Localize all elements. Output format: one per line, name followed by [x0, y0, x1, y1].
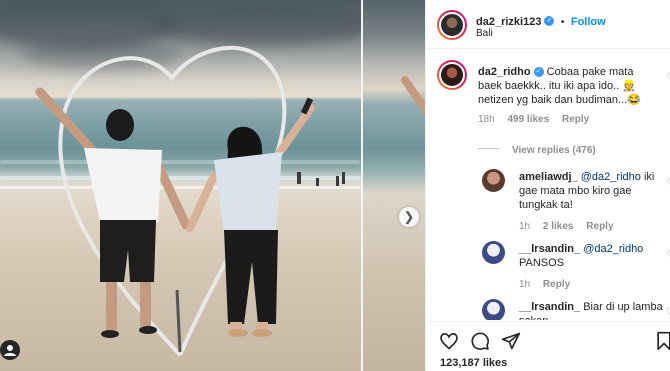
likes-count[interactable]: 123,187 likes: [440, 357, 507, 369]
reply-username[interactable]: __lrsandin_: [519, 243, 580, 255]
reply-button[interactable]: Reply: [562, 114, 589, 125]
user-tag-icon[interactable]: [0, 340, 20, 360]
comment-like-icon[interactable]: ♡: [666, 72, 670, 83]
reply-meta: 1h 2 likes Reply: [519, 221, 614, 232]
verified-badge-icon: ✓: [544, 15, 555, 26]
reply-button[interactable]: Reply: [543, 279, 570, 290]
author-avatar[interactable]: [437, 10, 467, 40]
follow-button[interactable]: Follow: [571, 16, 606, 28]
next-photo-preview: [361, 0, 425, 371]
verified-badge-icon: ✓: [533, 67, 544, 78]
beach-scene: [35, 45, 345, 357]
post-actions: 123,187 likes: [426, 321, 670, 371]
post-sidebar: da2_rizki123 ✓ • Follow Bali da2_ridho ✓ C…: [425, 0, 670, 371]
reply-button[interactable]: Reply: [586, 221, 613, 232]
next-photo-figure: [401, 76, 425, 116]
reply-likes[interactable]: 2 likes: [543, 221, 574, 232]
reply-avatar[interactable]: [482, 299, 505, 320]
reply-mention[interactable]: @da2_ridho: [581, 171, 641, 183]
reply-time[interactable]: 1h: [519, 279, 530, 290]
reply-username[interactable]: ameliawdj_: [519, 171, 578, 183]
post-photo[interactable]: ❯: [0, 0, 425, 371]
comment-icon[interactable]: [470, 331, 490, 351]
post-location[interactable]: Bali: [476, 28, 493, 39]
reply-like-icon[interactable]: ♡: [666, 249, 670, 260]
view-replies[interactable]: View replies (476): [478, 140, 596, 158]
woman-figure: [186, 97, 315, 337]
reply-mention[interactable]: @da2_ridho: [583, 243, 643, 255]
reply-time[interactable]: 1h: [519, 221, 530, 232]
reply-body: __lrsandin_ @da2_ridho PANSOS: [519, 242, 664, 270]
chevron-right-icon[interactable]: ❯: [399, 207, 419, 227]
comment-body: da2_ridho ✓ Cobaa pake mata baek baekkk..…: [478, 65, 658, 107]
separator-dot: •: [560, 17, 565, 28]
post-header: da2_rizki123 ✓ • Follow Bali: [426, 0, 670, 49]
divider: [478, 148, 500, 150]
comment-likes[interactable]: 499 likes: [507, 114, 549, 125]
share-icon[interactable]: [501, 331, 521, 351]
reply-avatar[interactable]: [482, 241, 505, 264]
reply-like-icon[interactable]: ♡: [666, 177, 670, 188]
view-replies-label: View replies (476): [512, 145, 596, 156]
reply-body: ameliawdj_ @da2_ridho iki gae mata mbo k…: [519, 170, 664, 212]
reply-like-icon[interactable]: ♡: [666, 307, 670, 318]
reply-meta: 1h Reply: [519, 279, 570, 290]
reply-username[interactable]: __lrsandin_: [519, 301, 580, 313]
distant-people: [297, 172, 345, 186]
comment-time[interactable]: 18h: [478, 114, 495, 125]
comment-meta: 18h 499 likes Reply: [478, 114, 589, 125]
commenter-avatar[interactable]: [437, 60, 467, 90]
comments-list[interactable]: da2_ridho ✓ Cobaa pake mata baek baekkk..…: [426, 50, 670, 320]
reply-body: __lrsandin_ Biar di up lamba sakan: [519, 300, 664, 320]
reply-text: PANSOS: [519, 257, 565, 269]
author-username[interactable]: da2_rizki123: [476, 16, 541, 28]
comment-username[interactable]: da2_ridho: [478, 66, 531, 78]
reply-avatar[interactable]: [482, 169, 505, 192]
heart-icon[interactable]: [439, 331, 459, 351]
bookmark-icon[interactable]: [654, 331, 670, 351]
